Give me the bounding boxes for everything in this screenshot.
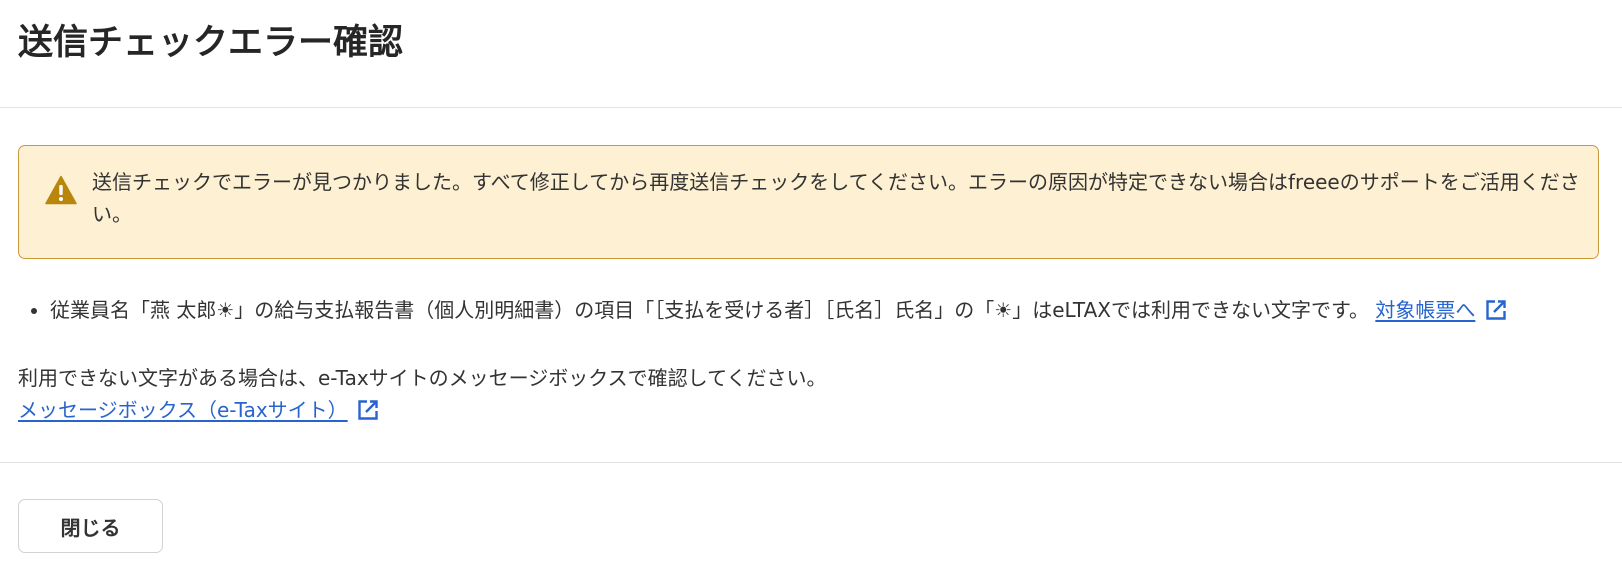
dialog-title: 送信チェックエラー確認 xyxy=(18,23,404,63)
error-list-item: 従業員名「燕 太郎☀」の給与支払報告書（個人別明細書）の項目「［支払を受ける者］… xyxy=(18,294,1618,326)
message-box-link[interactable]: メッセージボックス（e-Taxサイト） xyxy=(18,398,348,422)
dialog-header: 送信チェックエラー確認 xyxy=(0,0,1622,108)
target-form-link-label: 対象帳票へ xyxy=(1375,298,1476,322)
warning-alert: 送信チェックでエラーが見つかりました。すべて修正してから再度送信チェックをしてく… xyxy=(18,145,1599,259)
close-button[interactable]: 閉じる xyxy=(18,499,163,553)
message-box-link-label: メッセージボックス（e-Taxサイト） xyxy=(18,398,348,422)
bullet-icon xyxy=(31,308,37,314)
dialog-footer-divider xyxy=(0,462,1622,463)
external-link-icon[interactable] xyxy=(1484,298,1508,322)
warning-triangle-icon xyxy=(45,175,77,205)
target-form-link[interactable]: 対象帳票へ xyxy=(1375,298,1475,322)
error-message: 従業員名「燕 太郎☀」の給与支払報告書（個人別明細書）の項目「［支払を受ける者］… xyxy=(50,298,1369,322)
message-box-link-row: メッセージボックス（e-Taxサイト） xyxy=(18,394,380,426)
unavailable-characters-note: 利用できない文字がある場合は、e-Taxサイトのメッセージボックスで確認してくだ… xyxy=(18,366,827,390)
alert-message: 送信チェックでエラーが見つかりました。すべて修正してから再度送信チェックをしてく… xyxy=(92,170,1580,226)
send-check-error-dialog: 送信チェックエラー確認 送信チェックでエラーが見つかりました。すべて修正してから… xyxy=(0,0,1622,576)
error-list: 従業員名「燕 太郎☀」の給与支払報告書（個人別明細書）の項目「［支払を受ける者］… xyxy=(18,294,1618,326)
external-link-icon[interactable] xyxy=(356,398,380,422)
